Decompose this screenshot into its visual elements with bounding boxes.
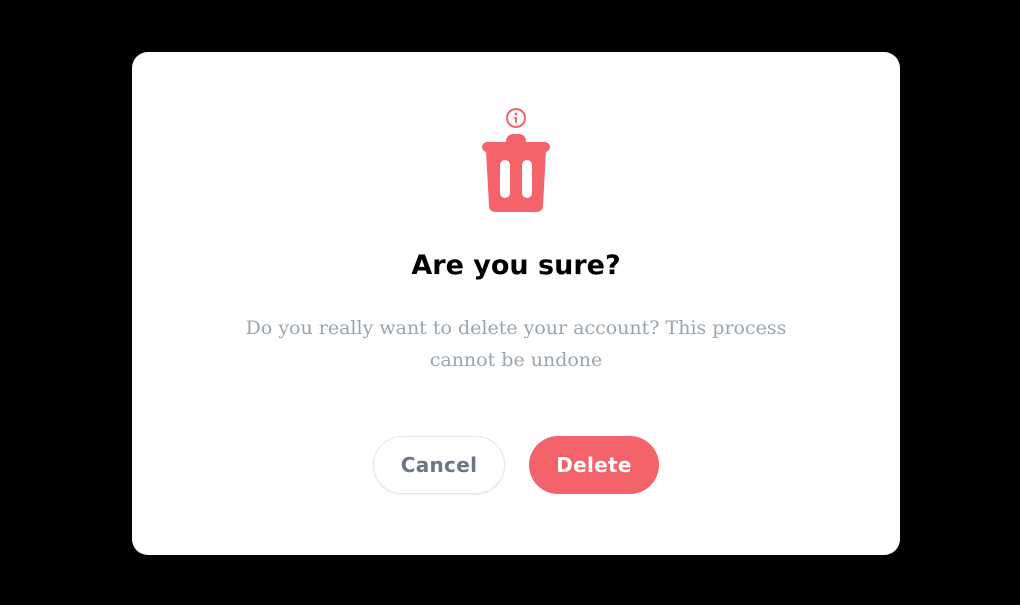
dialog-title: Are you sure?: [411, 250, 621, 281]
info-circle-icon: [506, 108, 526, 128]
confirm-delete-dialog: Are you sure? Do you really want to dele…: [132, 52, 900, 555]
delete-illustration: [482, 106, 550, 212]
delete-button[interactable]: Delete: [529, 436, 659, 494]
trash-icon: [482, 134, 550, 212]
dialog-message: Do you really want to delete your accoun…: [245, 317, 787, 371]
cancel-button[interactable]: Cancel: [373, 436, 505, 494]
